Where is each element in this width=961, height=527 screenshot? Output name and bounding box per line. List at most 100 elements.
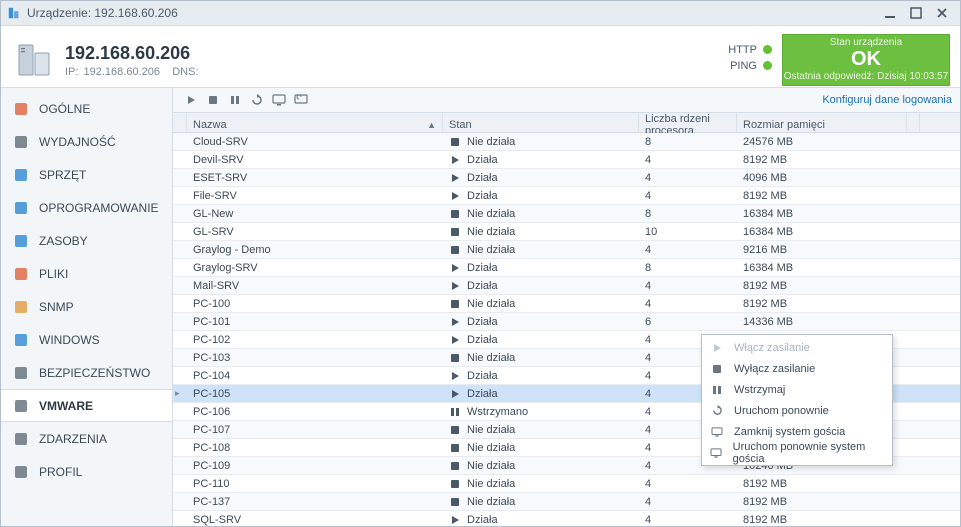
cell-cores: 6	[639, 316, 737, 328]
maximize-button[interactable]	[906, 5, 926, 21]
table-row[interactable]: ESET-SRVDziała44096 MB	[173, 169, 960, 187]
sidebar-item-label: WYDAJNOŚĆ	[39, 135, 116, 149]
sidebar-item-profil[interactable]: PROFIL	[1, 455, 172, 488]
sidebar-item-vmware[interactable]: VMWARE	[1, 389, 172, 422]
table-row[interactable]: Devil-SRVDziała48192 MB	[173, 151, 960, 169]
cell-memory: 8192 MB	[737, 190, 907, 202]
stopped-icon	[449, 460, 461, 472]
cell-state: Wstrzymano	[443, 406, 639, 418]
pause-button[interactable]	[225, 90, 245, 110]
cell-state: Działa	[443, 280, 639, 292]
table-row[interactable]: File-SRVDziała48192 MB	[173, 187, 960, 205]
status-footer: Ostatnia odpowiedź: Dzisiaj 10:03:57	[784, 71, 949, 82]
table-row[interactable]: Graylog - DemoNie działa49216 MB	[173, 241, 960, 259]
table-row[interactable]: Graylog-SRVDziała816384 MB	[173, 259, 960, 277]
cell-state: Nie działa	[443, 352, 639, 364]
cell-cores: 8	[639, 262, 737, 274]
row-marker: ▸	[173, 388, 187, 399]
cell-memory: 9216 MB	[737, 244, 907, 256]
sidebar-item-windows[interactable]: WINDOWS	[1, 323, 172, 356]
cell-cores: 4	[639, 514, 737, 526]
cell-name: PC-107	[187, 424, 443, 436]
cell-name: PC-102	[187, 334, 443, 346]
table-row[interactable]: GL-SRVNie działa1016384 MB	[173, 223, 960, 241]
cell-memory: 16384 MB	[737, 208, 907, 220]
vm-context-menu: Włącz zasilanie Wyłącz zasilanie Wstrzymaj…	[701, 334, 893, 466]
close-button[interactable]	[932, 5, 952, 21]
table-row[interactable]: PC-101Działa614336 MB	[173, 313, 960, 331]
power-on-button[interactable]	[181, 90, 201, 110]
power-off-button[interactable]	[203, 90, 223, 110]
cell-memory: 8192 MB	[737, 154, 907, 166]
cell-state: Działa	[443, 262, 639, 274]
table-row[interactable]: Cloud-SRVNie działa824576 MB	[173, 133, 960, 151]
table-row[interactable]: Mail-SRVDziała48192 MB	[173, 277, 960, 295]
sidebar-item-pliki[interactable]: PLIKI	[1, 257, 172, 290]
running-icon	[449, 262, 461, 274]
ctx-item-label: Uruchom ponownie system gościa	[733, 441, 884, 465]
sidebar-item-snmp[interactable]: SNMP	[1, 290, 172, 323]
restart-icon	[710, 404, 724, 418]
ctx-stop[interactable]: Wyłącz zasilanie	[702, 358, 892, 379]
table-row[interactable]: PC-137Nie działa48192 MB	[173, 493, 960, 511]
ctx-guest-restart[interactable]: Uruchom ponownie system gościa	[702, 442, 892, 463]
device-status-box: Stan urządzenia OK Ostatnia odpowiedź: D…	[782, 34, 950, 86]
sidebar: OGÓLNE WYDAJNOŚĆ SPRZĘTOPROGRAMOWANIEZASOB…	[1, 88, 173, 526]
cell-name: PC-105	[187, 388, 443, 400]
cell-cores: 4	[639, 190, 737, 202]
package-icon	[13, 200, 29, 216]
ctx-item-label: Wyłącz zasilanie	[734, 363, 815, 375]
table-row[interactable]: PC-110Nie działa48192 MB	[173, 475, 960, 493]
sidebar-item-sprzęt[interactable]: SPRZĘT	[1, 158, 172, 191]
status-dot-icon	[763, 61, 772, 70]
sidebar-item-label: WINDOWS	[39, 333, 100, 347]
guest-restart-button[interactable]	[291, 90, 311, 110]
grid-header: Nazwa▲ Stan Liczba rdzeni procesora Rozm…	[173, 113, 960, 133]
cell-state: Nie działa	[443, 136, 639, 148]
cell-state: Nie działa	[443, 460, 639, 472]
sidebar-item-ogólne[interactable]: OGÓLNE	[1, 92, 172, 125]
sidebar-item-bezpieczeństwo[interactable]: BEZPIECZEŃSTWO	[1, 356, 172, 389]
minimize-button[interactable]	[880, 5, 900, 21]
device-title: 192.168.60.206	[65, 43, 201, 64]
cell-state: Nie działa	[443, 226, 639, 238]
cell-state: Działa	[443, 172, 639, 184]
cell-memory: 14336 MB	[737, 316, 907, 328]
cell-state: Nie działa	[443, 298, 639, 310]
sidebar-item-oprogramowanie[interactable]: OPROGRAMOWANIE	[1, 191, 172, 224]
guest-shutdown-icon	[710, 425, 724, 439]
cell-name: PC-104	[187, 370, 443, 382]
running-icon	[449, 316, 461, 328]
ctx-item-label: Zamknij system gościa	[734, 426, 845, 438]
cell-name: SQL-SRV	[187, 514, 443, 526]
restart-button[interactable]	[247, 90, 267, 110]
configure-credentials-link[interactable]: Konfiguruj dane logowania	[822, 94, 952, 106]
ctx-pause[interactable]: Wstrzymaj	[702, 379, 892, 400]
table-row[interactable]: PC-100Nie działa48192 MB	[173, 295, 960, 313]
cell-cores: 8	[639, 136, 737, 148]
table-row[interactable]: GL-NewNie działa816384 MB	[173, 205, 960, 223]
grid-body[interactable]: Cloud-SRVNie działa824576 MBDevil-SRVDzi…	[173, 133, 960, 526]
table-row[interactable]: SQL-SRVDziała48192 MB	[173, 511, 960, 526]
device-icon	[11, 39, 55, 83]
stopped-icon	[449, 136, 461, 148]
sidebar-item-wydajność[interactable]: WYDAJNOŚĆ	[1, 125, 172, 158]
guest-shutdown-button[interactable]	[269, 90, 289, 110]
cell-name: PC-103	[187, 352, 443, 364]
stopped-icon	[449, 442, 461, 454]
sidebar-item-zdarzenia[interactable]: ZDARZENIA	[1, 422, 172, 455]
dns-label: DNS:	[172, 66, 198, 78]
cell-cores: 4	[639, 280, 737, 292]
cell-state: Działa	[443, 316, 639, 328]
cell-state: Działa	[443, 190, 639, 202]
ctx-guest-shutdown[interactable]: Zamknij system gościa	[702, 421, 892, 442]
ctx-restart[interactable]: Uruchom ponownie	[702, 400, 892, 421]
monitor-icon	[13, 167, 29, 183]
cell-cores: 4	[639, 478, 737, 490]
running-icon	[449, 154, 461, 166]
cell-memory: 16384 MB	[737, 226, 907, 238]
sidebar-item-zasoby[interactable]: ZASOBY	[1, 224, 172, 257]
cell-cores: 4	[639, 496, 737, 508]
cell-state: Nie działa	[443, 478, 639, 490]
ctx-item-label: Włącz zasilanie	[734, 342, 810, 354]
